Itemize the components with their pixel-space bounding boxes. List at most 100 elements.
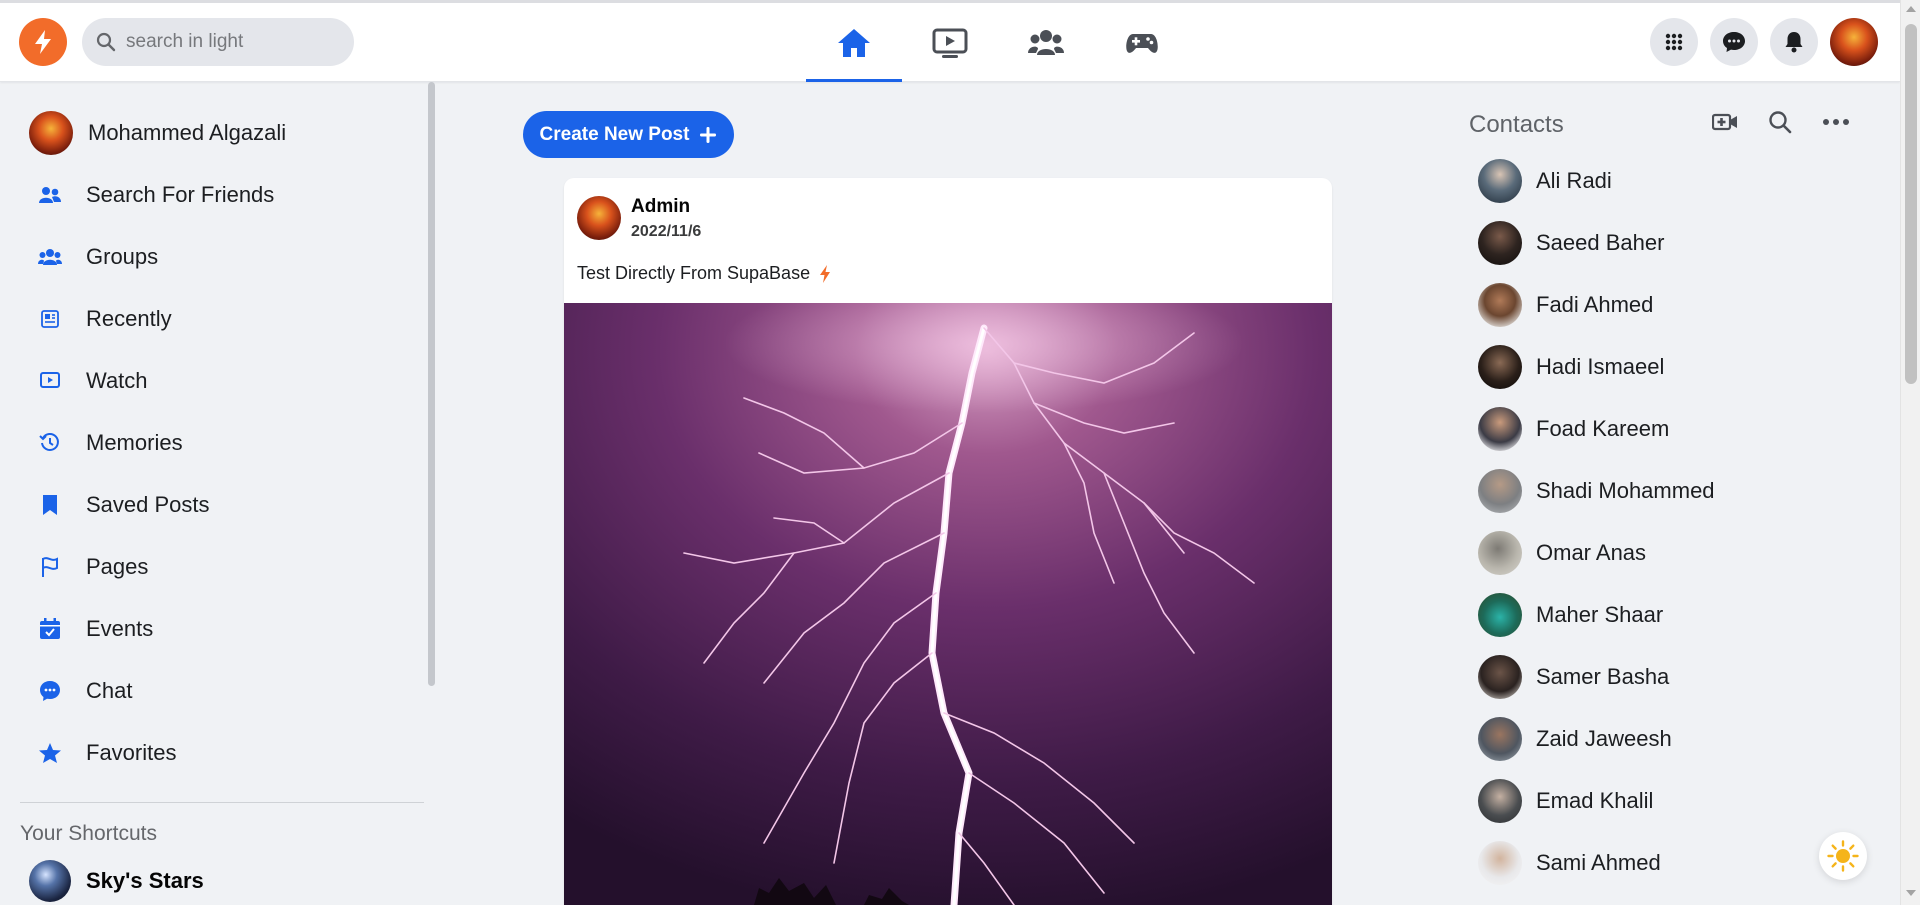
create-post-label: Create New Post [539,123,690,145]
sidebar-item-watch[interactable]: Watch [29,358,148,404]
sidebar-item-profile[interactable]: Mohammed Algazali [29,110,286,156]
sidebar-item-label: Saved Posts [86,492,210,517]
contact-avatar [1478,469,1522,513]
sidebar-item-events[interactable]: Events [29,606,153,652]
contact-avatar [1478,407,1522,451]
contact-name: Ali Radi [1536,168,1612,193]
notifications-button[interactable] [1770,18,1818,66]
post-image[interactable] [564,273,1332,905]
contact-avatar [1478,159,1522,203]
post-author[interactable]: Admin [631,196,690,218]
sidebar-item-search-friends[interactable]: Search For Friends [29,172,274,218]
contact-name: Omar Anas [1536,540,1647,565]
video-icon [932,28,968,58]
contact-avatar [1478,779,1522,823]
sidebar-item-label: Events [86,616,154,641]
sidebar-item-label: Recently [86,306,172,331]
bell-icon [1785,32,1803,53]
shortcut-item[interactable]: Sky's Stars [29,860,204,902]
contact-name: Samer Basha [1536,664,1670,689]
profile-avatar [29,111,73,155]
sidebar-item-recently[interactable]: Recently [29,296,172,342]
plus-icon [700,126,717,143]
contact-item[interactable]: Maher Shaar [1478,592,1663,638]
contact-avatar [1478,221,1522,265]
contact-avatar [1478,531,1522,575]
app-logo[interactable] [19,18,67,66]
calendar-icon [29,608,71,650]
sidebar-item-chat[interactable]: Chat [29,668,132,714]
contact-item[interactable]: Samer Basha [1478,654,1669,700]
contacts-tools [1712,110,1850,134]
contact-item[interactable]: Sami Ahmed [1478,840,1661,886]
group-icon [1028,29,1064,55]
gamepad-icon [1126,33,1158,53]
sidebar-item-label: Groups [86,244,159,269]
contact-item[interactable]: Omar Anas [1478,530,1646,576]
theme-toggle-button[interactable] [1819,832,1867,880]
sidebar-item-label: Memories [86,430,183,455]
sun-icon [1827,840,1859,872]
sidebar-item-saved-posts[interactable]: Saved Posts [29,482,210,528]
groups-icon [29,236,71,278]
more-options-icon[interactable] [1822,118,1850,126]
menu-button[interactable] [1650,18,1698,66]
contact-item[interactable]: Ali Radi [1478,158,1612,204]
contact-item[interactable]: Foad Kareem [1478,406,1669,452]
shortcut-label: Sky's Stars [86,868,204,893]
contact-avatar [1478,655,1522,699]
sidebar-item-label: Pages [86,554,149,579]
shortcuts-heading: Your Shortcuts [20,822,157,845]
video-call-icon[interactable] [1712,112,1738,132]
post-body: Test Directly From SupaBase [577,263,832,284]
sidebar-item-memories[interactable]: Memories [29,420,183,466]
page-scrollbar[interactable] [1900,0,1920,905]
lightning-icon [820,264,831,283]
scroll-down-arrow[interactable] [1906,890,1916,896]
search-icon[interactable] [1768,110,1792,134]
messenger-icon [1723,32,1745,52]
post-date: 2022/11/6 [631,223,702,240]
scroll-up-arrow[interactable] [1906,6,1916,12]
sidebar-item-label: Favorites [86,740,177,765]
contact-item[interactable]: Hadi Ismaeel [1478,344,1664,390]
nav-tab-gaming[interactable] [1094,3,1190,82]
nav-tab-groups[interactable] [998,3,1094,82]
create-post-button[interactable]: Create New Post [523,111,734,158]
contact-name: Hadi Ismaeel [1536,354,1665,379]
contact-avatar [1478,841,1522,885]
sidebar-scrollbar[interactable] [428,82,435,686]
header-actions [1650,18,1878,66]
contact-name: Shadi Mohammed [1536,478,1715,503]
search-input[interactable] [126,31,336,53]
post-author-avatar[interactable] [577,196,621,240]
sidebar-item-label: Search For Friends [86,182,275,207]
left-sidebar: Mohammed Algazali Search For Friends Gro… [0,82,436,905]
contact-name: Fadi Ahmed [1536,292,1654,317]
search-box[interactable] [82,18,354,66]
contacts-heading: Contacts [1469,111,1564,138]
contact-item[interactable]: Emad Khalil [1478,778,1653,824]
contact-item[interactable]: Zaid Jaweesh [1478,716,1672,762]
contact-item[interactable]: Fadi Ahmed [1478,282,1653,328]
sidebar-item-favorites[interactable]: Favorites [29,730,176,776]
sidebar-item-label: Watch [86,368,148,393]
contact-item[interactable]: Shadi Mohammed [1478,468,1715,514]
scroll-thumb[interactable] [1905,24,1917,384]
nav-tab-watch[interactable] [902,3,998,82]
shortcut-thumbnail [29,860,71,902]
contact-item[interactable]: Saeed Baher [1478,220,1664,266]
clock-icon [29,422,71,464]
contact-name: Zaid Jaweesh [1536,726,1672,751]
messenger-button[interactable] [1710,18,1758,66]
contact-avatar [1478,283,1522,327]
flag-icon [29,546,71,588]
contact-name: Emad Khalil [1536,788,1654,813]
sidebar-item-groups[interactable]: Groups [29,234,158,280]
home-icon [838,28,870,57]
nav-tab-home[interactable] [806,3,902,82]
profile-avatar[interactable] [1830,18,1878,66]
sidebar-item-pages[interactable]: Pages [29,544,148,590]
top-navbar [0,0,1900,82]
main-nav [806,3,1190,82]
